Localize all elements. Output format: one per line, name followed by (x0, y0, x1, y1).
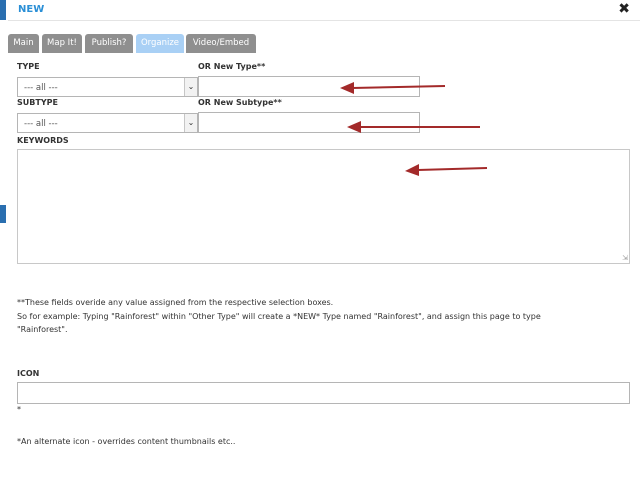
dialog-titlebar: NEW ✖ (8, 0, 640, 21)
icon-required-star: * (17, 405, 21, 414)
icon-label: ICON (17, 369, 40, 378)
tab-publish[interactable]: Publish? (85, 34, 133, 53)
override-example-line1: So for example: Typing "Rainforest" with… (17, 312, 541, 321)
keywords-textarea[interactable]: ⇲ (17, 149, 630, 264)
override-example-line2: "Rainforest". (17, 325, 68, 334)
resize-grip-icon[interactable]: ⇲ (622, 254, 628, 262)
type-select[interactable]: --- all --- ⌄ (17, 77, 198, 97)
close-icon[interactable]: ✖ (618, 1, 630, 17)
dialog-title: NEW (18, 4, 45, 15)
tab-organize[interactable]: Organize (136, 34, 184, 53)
new-subtype-input[interactable] (198, 112, 420, 133)
type-label: TYPE (17, 62, 40, 71)
override-note: **These fields overide any value assigne… (17, 298, 334, 307)
subtype-select-value: --- all --- (24, 119, 58, 129)
icon-note: *An alternate icon - overrides content t… (17, 437, 236, 446)
new-subtype-label: OR New Subtype** (198, 98, 282, 107)
subtype-select[interactable]: --- all --- ⌄ (17, 113, 198, 133)
new-type-input[interactable] (198, 76, 420, 97)
type-select-value: --- all --- (24, 83, 58, 93)
tab-video-embed[interactable]: Video/Embed (186, 34, 256, 53)
new-item-dialog: NEW ✖ Main Map It! Publish? Organize Vid… (8, 0, 640, 480)
background-page-mark (0, 205, 6, 223)
icon-input[interactable] (17, 382, 630, 404)
background-page-header-mark (0, 0, 6, 20)
tab-map-it[interactable]: Map It! (42, 34, 82, 53)
chevron-down-icon: ⌄ (184, 78, 197, 96)
new-type-label: OR New Type** (198, 62, 266, 71)
subtype-label: SUBTYPE (17, 98, 58, 107)
keywords-label: KEYWORDS (17, 136, 69, 145)
tab-main[interactable]: Main (8, 34, 39, 53)
chevron-down-icon: ⌄ (184, 114, 197, 132)
